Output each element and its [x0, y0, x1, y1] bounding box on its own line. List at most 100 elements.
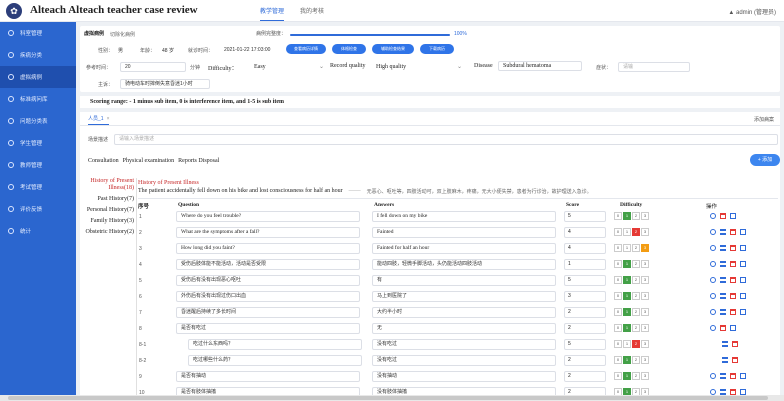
history-item[interactable]: Obstetric History(2) [80, 229, 135, 236]
add-icon[interactable] [710, 373, 716, 379]
add-icon[interactable] [710, 277, 716, 283]
view-record-button[interactable]: 查看病历详情 [286, 44, 326, 54]
difficulty-option[interactable]: 2 [632, 324, 640, 332]
aux-exam-button[interactable]: 辅助检查结果 [372, 44, 414, 54]
score-input[interactable]: 3 [564, 291, 606, 302]
difficulty-option[interactable]: 3 [641, 308, 649, 316]
question-input[interactable]: Where do you feel trouble? [176, 211, 360, 222]
add-icon[interactable] [710, 261, 716, 267]
score-input[interactable]: 2 [564, 323, 606, 334]
delete-icon[interactable] [730, 373, 736, 379]
edit-icon[interactable] [740, 309, 746, 315]
difficulty-option[interactable]: 1 [623, 276, 631, 284]
edit-icon[interactable] [740, 229, 746, 235]
difficulty-option[interactable]: 1 [623, 308, 631, 316]
answer-input[interactable]: I fell down on my bike [372, 211, 556, 222]
question-input[interactable]: What are the symptoms after a fall? [176, 227, 360, 238]
ref-time-input[interactable]: 20 [120, 62, 186, 72]
difficulty-option[interactable]: 1 [623, 260, 631, 268]
add-icon[interactable] [710, 309, 716, 315]
answer-input[interactable]: 马上到医院了 [372, 291, 556, 302]
list-icon[interactable] [720, 293, 726, 299]
sidebar-item[interactable]: 考试管理 [0, 176, 76, 198]
difficulty-option[interactable]: 0 [614, 324, 622, 332]
delete-icon[interactable] [720, 325, 726, 331]
difficulty-option[interactable]: 3 [641, 340, 649, 348]
question-input[interactable]: 受伤后肢体能不能活动，活动是否受限 [176, 259, 360, 270]
physical-exam-button[interactable]: 体格检查 [332, 44, 366, 54]
difficulty-option[interactable]: 1 [623, 340, 631, 348]
tab-consultation[interactable]: Consultation [88, 158, 119, 164]
difficulty-option[interactable]: 2 [632, 356, 640, 364]
sidebar-item[interactable]: 学生管理 [0, 132, 76, 154]
history-item[interactable]: Family History(3) [80, 218, 135, 225]
list-icon[interactable] [720, 277, 726, 283]
difficulty-option[interactable]: 3 [641, 292, 649, 300]
difficulty-option[interactable]: 0 [614, 228, 622, 236]
score-input[interactable]: 5 [564, 339, 606, 350]
difficulty-option[interactable]: 2 [632, 308, 640, 316]
difficulty-option[interactable]: 1 [623, 372, 631, 380]
difficulty-option[interactable]: 2 [632, 212, 640, 220]
difficulty-option[interactable]: 2 [632, 260, 640, 268]
answer-input[interactable]: 没有吃过 [372, 339, 556, 350]
list-icon[interactable] [722, 341, 728, 347]
add-icon[interactable] [710, 293, 716, 299]
difficulty-option[interactable]: 0 [614, 308, 622, 316]
difficulty-option[interactable]: 3 [641, 372, 649, 380]
history-item[interactable]: Personal History(7) [80, 207, 134, 214]
difficulty-option[interactable]: 1 [623, 292, 631, 300]
difficulty-option[interactable]: 2 [632, 340, 640, 348]
edit-icon[interactable] [740, 373, 746, 379]
add-icon[interactable] [710, 229, 716, 235]
tab-physical-exam[interactable]: Physical examination [123, 158, 175, 164]
answer-input[interactable]: 大约半小时 [372, 307, 556, 318]
question-input[interactable]: 外伤后有没有出现过伤口出血 [176, 291, 360, 302]
symptom-input[interactable]: 请输 [618, 62, 690, 72]
difficulty-option[interactable]: 0 [614, 340, 622, 348]
add-icon[interactable] [710, 245, 716, 251]
history-item[interactable]: Past History(7) [80, 196, 135, 203]
top-nav-item[interactable]: 教学管理 [260, 6, 285, 21]
sidebar-item[interactable]: 统计 [0, 220, 76, 242]
list-icon[interactable] [720, 245, 726, 251]
difficulty-option[interactable]: 0 [614, 372, 622, 380]
complaint-input[interactable]: 骑电动车时摔倒失意昏迷1小时 [120, 79, 210, 89]
add-icon[interactable] [710, 325, 716, 331]
difficulty-option[interactable]: 1 [623, 324, 631, 332]
score-input[interactable]: 2 [564, 307, 606, 318]
difficulty-option[interactable]: 0 [614, 356, 622, 364]
download-record-button[interactable]: 下载病历 [420, 44, 454, 54]
difficulty-option[interactable]: 2 [632, 292, 640, 300]
difficulty-option[interactable]: 2 [632, 276, 640, 284]
difficulty-option[interactable]: 1 [623, 244, 631, 252]
sidebar-item[interactable]: 评价反馈 [0, 198, 76, 220]
question-input[interactable]: 受伤后有没有出现恶心呕吐 [176, 275, 360, 286]
difficulty-option[interactable]: 3 [641, 356, 649, 364]
score-input[interactable]: 4 [564, 243, 606, 254]
add-question-button[interactable]: + 添加 [750, 154, 780, 166]
edit-icon[interactable] [740, 277, 746, 283]
record-quality-select[interactable]: High quality ⌄ [376, 62, 462, 72]
add-icon[interactable] [710, 213, 716, 219]
answer-input[interactable]: 有 [372, 275, 556, 286]
delete-icon[interactable] [720, 213, 726, 219]
add-case-link[interactable]: 添加病案 [754, 116, 774, 123]
answer-input[interactable]: 没有吃过 [372, 355, 556, 366]
sidebar-item[interactable]: 标准病问库 [0, 88, 76, 110]
difficulty-option[interactable]: 1 [623, 212, 631, 220]
list-icon[interactable] [722, 357, 728, 363]
list-icon[interactable] [720, 309, 726, 315]
difficulty-option[interactable]: 2 [632, 372, 640, 380]
sidebar-item[interactable]: 问题分类表 [0, 110, 76, 132]
score-input[interactable]: 1 [564, 259, 606, 270]
hpi-text[interactable]: The patient accidentally fell down on hi… [138, 188, 778, 199]
delete-icon[interactable] [730, 293, 736, 299]
question-input[interactable]: 是否有抽动 [176, 371, 360, 382]
score-input[interactable]: 2 [564, 355, 606, 366]
question-input[interactable]: 吃过什么东西吗？ [188, 339, 362, 350]
list-icon[interactable] [720, 261, 726, 267]
edit-icon[interactable] [730, 325, 736, 331]
sidebar-item[interactable]: 科室管理 [0, 22, 76, 44]
question-input[interactable]: 昏迷醒后持续了多长时间 [176, 307, 360, 318]
